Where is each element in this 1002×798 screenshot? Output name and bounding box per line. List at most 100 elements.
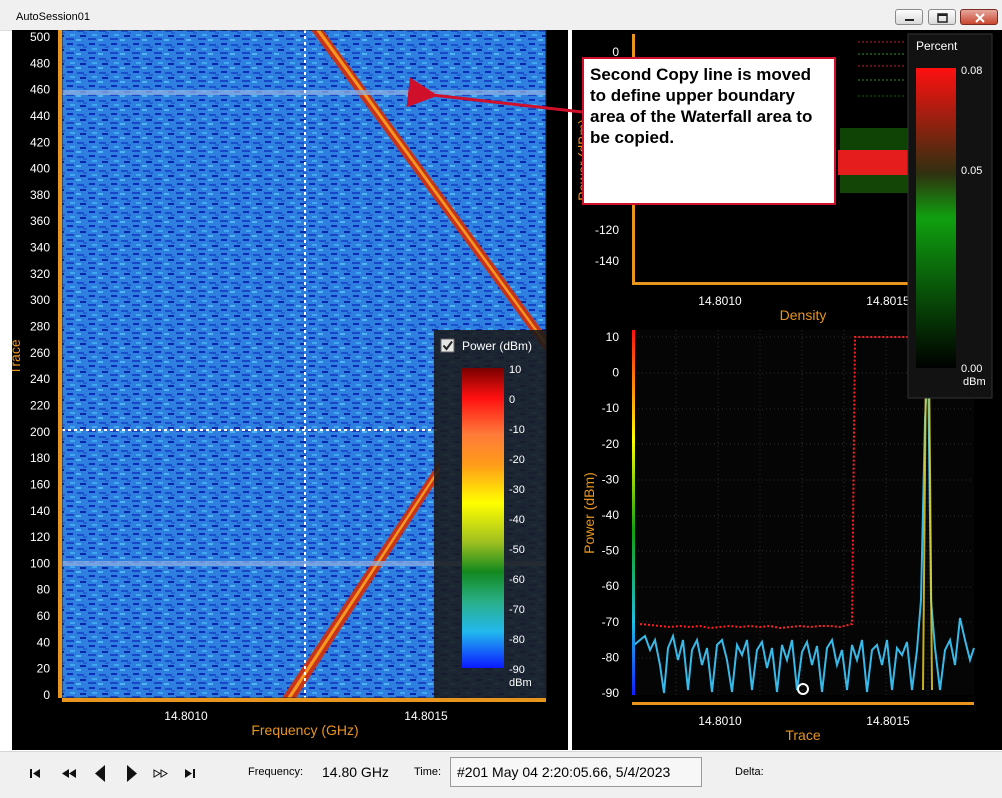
waterfall-y-tick: 300 [30,293,50,307]
power-legend-tick: -30 [509,484,525,496]
window-title: AutoSession01 [16,11,90,23]
waterfall-y-tick: 220 [30,398,50,412]
close-icon [975,13,985,23]
waterfall-y-tick: 160 [30,477,50,491]
power-legend: Power (dBm) 10 0 -10 -20 -30 -40 -50 -60 -70 -80 -… [434,330,546,698]
waterfall-y-tick: 360 [30,214,50,228]
main-content: Trace 500 480 460 440 420 400 380 360 340 320 300 2… [12,30,1002,750]
maximize-icon [937,13,948,23]
waterfall-y-tick: 500 [30,30,50,44]
power-colorbar [462,368,504,668]
waterfall-y-tick: 440 [30,109,50,123]
trace-x-label: Trace [785,727,820,743]
waterfall-y-tick: 280 [30,320,50,334]
waterfall-y-tick: 100 [30,556,50,570]
waterfall-y-tick: 120 [30,530,50,544]
callout-text: Second Copy line is moved to define uppe… [590,65,813,147]
minimize-button[interactable] [895,9,923,25]
waterfall-y-tick: 200 [30,425,50,439]
percent-tick-top: 0.08 [961,65,982,77]
trace-y-tick: -90 [602,686,620,700]
percent-colorbar [916,68,956,368]
waterfall-y-tick: 480 [30,56,50,70]
frequency-value: 14.80 GHz [322,764,389,780]
power-legend-tick: 0 [509,394,515,406]
density-y-tick-140: -140 [595,254,619,268]
waterfall-y-tick: 380 [30,188,50,202]
waterfall-x-axis: 14.8010 14.8015 Frequency (GHz) [62,698,546,738]
waterfall-y-tick: 40 [37,635,51,649]
delta-label: Delta: [735,766,764,778]
trace-x-tick-1: 14.8010 [698,714,742,728]
waterfall-y-tick: 260 [30,346,50,360]
waterfall-y-tick: 60 [37,609,51,623]
trace-y-tick: -70 [602,615,620,629]
power-legend-tick: -40 [509,514,525,526]
fast-forward-icon [153,769,168,778]
power-legend-unit: dBm [509,677,532,689]
time-value-field[interactable]: #201 May 04 2:20:05.66, 5/4/2023 [450,757,702,787]
trace-y-tick: 0 [612,366,619,380]
waterfall-y-tick: 420 [30,135,50,149]
step-back-icon [95,765,105,782]
trace-y-tick: -20 [602,437,620,451]
waterfall-x-tick-2: 14.8015 [404,709,448,723]
skip-to-start-icon [30,769,40,778]
waterfall-y-tick: 320 [30,267,50,281]
waterfall-x-label: Frequency (GHz) [251,722,358,738]
window-titlebar: AutoSession01 [0,0,1002,31]
power-legend-title: Power (dBm) [462,339,532,353]
waterfall-y-label: Trace [12,339,23,374]
trace-y-tick: -50 [602,544,620,558]
trace-y-tick: -80 [602,650,620,664]
waterfall-y-tick: 20 [37,662,51,676]
density-y-tick-0: 0 [612,45,619,59]
time-label: Time: [414,766,442,778]
trace-x-tick-2: 14.8015 [866,714,910,728]
percent-legend: Percent 0.08 0.05 0.00 dBm [907,33,993,399]
percent-legend-unit: dBm [963,376,986,388]
fast-rewind-button[interactable] [59,763,79,783]
skip-to-start-button[interactable] [26,763,46,783]
trace-y-tick: -40 [602,508,620,522]
waterfall-y-axis: Trace 5004804604404204003803603403203002… [12,30,62,702]
plots-canvas: Trace 5004804604404204003803603403203002… [12,30,993,750]
fast-forward-button[interactable] [151,763,171,783]
fast-rewind-icon [62,769,76,778]
maximize-button[interactable] [928,9,956,25]
waterfall-y-tick: 180 [30,451,50,465]
density-x-label: Density [780,307,827,323]
power-legend-checkbox[interactable] [440,338,455,353]
waterfall-y-tick: 340 [30,241,50,255]
waterfall-y-tick: 0 [43,688,50,702]
step-back-button[interactable] [91,763,111,783]
percent-legend-title: Percent [916,39,958,53]
step-forward-button[interactable] [122,763,142,783]
power-legend-tick: -90 [509,664,525,676]
waterfall-y-tick: 460 [30,83,50,97]
power-legend-tick: -80 [509,634,525,646]
trace-y-tick: -60 [602,579,620,593]
trace-y-label: Power (dBm) [581,472,597,554]
power-legend-tick: -10 [509,424,525,436]
skip-to-end-button[interactable] [181,763,201,783]
close-button[interactable] [960,9,998,25]
density-x-tick-2: 14.8015 [866,294,910,308]
frequency-label: Frequency: [248,766,304,778]
percent-tick-bottom: 0.00 [961,363,982,375]
power-legend-tick: -60 [509,574,525,586]
skip-to-end-icon [185,769,195,778]
waterfall-y-tick: 240 [30,372,50,386]
step-forward-icon [127,765,137,782]
density-y-tick-120: -120 [595,223,619,237]
power-legend-tick: -50 [509,544,525,556]
density-x-tick-1: 14.8010 [698,294,742,308]
trace-y-tick: -30 [602,472,620,486]
waterfall-y-tick: 140 [30,504,50,518]
power-legend-tick: -70 [509,604,525,616]
panel-splitter[interactable] [568,30,572,750]
waterfall-y-tick: 80 [37,583,51,597]
trace-y-tick: -10 [602,401,620,415]
power-legend-tick: -20 [509,454,525,466]
power-legend-tick: 10 [509,364,521,376]
